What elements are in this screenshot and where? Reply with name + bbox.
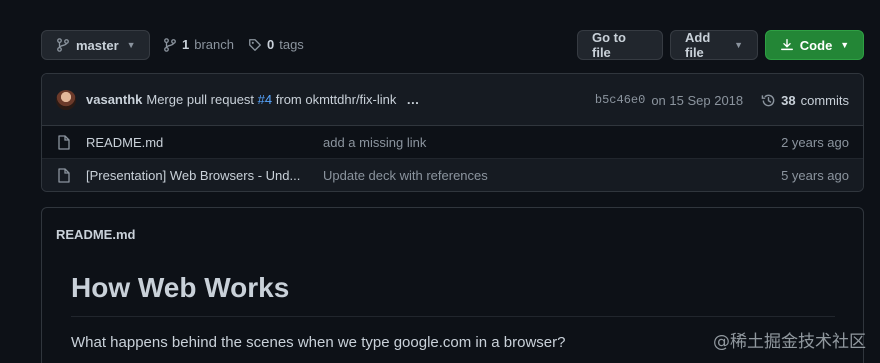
table-row[interactable]: [Presentation] Web Browsers - Und... Upd…: [42, 159, 863, 191]
tag-word: tags: [279, 37, 304, 52]
commit-sha[interactable]: b5c46e0: [595, 93, 645, 107]
commit-author[interactable]: vasanthk: [86, 92, 142, 107]
tag-icon: [248, 38, 262, 52]
avatar[interactable]: [56, 89, 76, 110]
commits-history-link[interactable]: 38 commits: [761, 93, 849, 108]
latest-commit-bar: vasanthk Merge pull request #4 from okmt…: [42, 74, 863, 126]
file-commit-message[interactable]: add a missing link: [323, 135, 426, 150]
file-age: 5 years ago: [781, 168, 849, 183]
git-branch-icon: [56, 38, 70, 52]
branch-select-button[interactable]: master ▼: [41, 30, 150, 60]
watermark: @稀土掘金技术社区: [713, 332, 866, 352]
branch-word: branch: [194, 37, 234, 52]
expand-commit-button[interactable]: …: [406, 92, 420, 107]
file-list: vasanthk Merge pull request #4 from okmt…: [41, 73, 864, 192]
readme-title: How Web Works: [71, 272, 290, 303]
divider: [71, 316, 835, 317]
readme-label: README.md: [56, 227, 136, 242]
table-row[interactable]: README.md add a missing link 2 years ago: [42, 126, 863, 159]
commit-date: on 15 Sep 2018: [651, 92, 744, 108]
file-name[interactable]: [Presentation] Web Browsers - Und...: [86, 168, 300, 183]
file-age: 2 years ago: [781, 134, 849, 150]
tags-link[interactable]: 0 tags: [248, 37, 304, 52]
add-file-button[interactable]: Add file ▼: [670, 30, 758, 60]
commit-message-prefix: Merge pull request: [146, 92, 255, 107]
add-file-label: Add file: [685, 30, 711, 60]
git-branch-icon: [163, 37, 177, 52]
branch-name: master: [76, 37, 119, 53]
go-to-file-label: Go to file: [592, 30, 626, 60]
commit-details: b5c46e0 on 15 Sep 2018 38 commits: [595, 74, 849, 126]
pull-request-link[interactable]: #4: [258, 92, 272, 107]
commit-message-suffix: from okmttdhr/fix-link: [275, 92, 397, 107]
history-icon: [761, 93, 776, 108]
file-name[interactable]: README.md: [86, 135, 163, 150]
file-commit-message[interactable]: Update deck with references: [323, 168, 488, 183]
commit-count: 38: [781, 92, 796, 108]
go-to-file-button[interactable]: Go to file: [577, 30, 663, 60]
commit-word: commits: [800, 92, 849, 108]
code-button[interactable]: Code ▼: [765, 30, 864, 60]
branch-count: 1: [182, 37, 190, 52]
branches-link[interactable]: 1 branch: [163, 37, 234, 52]
download-icon: [780, 38, 794, 52]
caret-down-icon: ▼: [126, 40, 136, 50]
tag-count: 0: [267, 37, 275, 52]
caret-down-icon: ▼: [840, 40, 850, 50]
commit-message[interactable]: Merge pull request #4 from okmttdhr/fix-…: [146, 92, 396, 107]
readme-intro: What happens behind the scenes when we t…: [71, 334, 566, 351]
caret-down-icon: ▼: [734, 40, 743, 50]
code-label: Code: [799, 37, 833, 53]
file-icon: [58, 168, 70, 183]
file-icon: [58, 135, 70, 150]
